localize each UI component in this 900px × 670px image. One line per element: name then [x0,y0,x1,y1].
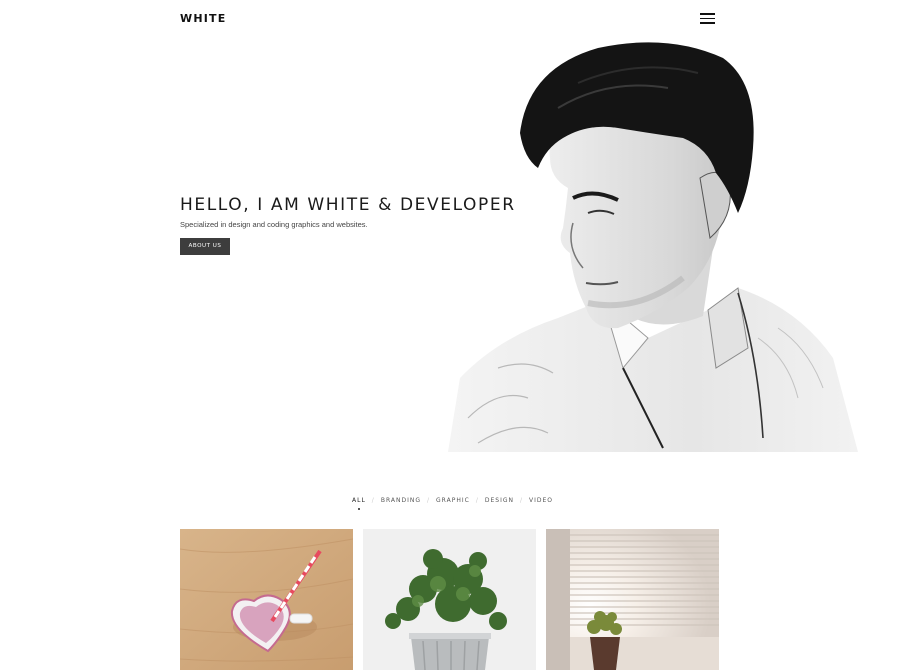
filter-all[interactable]: ALL [352,497,366,510]
filter-separator: / [475,497,479,504]
filter-branding[interactable]: BRANDING [381,497,421,504]
potted-plant-image [363,529,536,670]
site-header: WHITE [0,0,900,38]
filter-graphic[interactable]: GRAPHIC [436,497,470,504]
gallery-item-window-plant[interactable] [546,529,719,670]
hero-portrait-image [448,42,858,452]
hero-subtitle: Specialized in design and coding graphic… [180,220,368,229]
window-plant-image [546,529,719,670]
hamburger-menu-icon[interactable] [700,13,716,25]
menu-line [700,17,715,19]
hero-section: HELLO, I AM WHITE & DEVELOPER Specialize… [0,38,900,452]
about-us-button[interactable]: ABOUT US [180,238,230,255]
gallery-item-heart-mug[interactable] [180,529,353,670]
portfolio-gallery [180,529,720,670]
filter-separator: / [427,497,431,504]
filter-separator: / [371,497,375,504]
menu-line [700,22,715,24]
filter-design[interactable]: DESIGN [485,497,514,504]
heart-mug-image [180,529,353,670]
menu-line [700,13,715,15]
filter-list: ALL / BRANDING / GRAPHIC / DESIGN / VIDE… [352,497,553,510]
gallery-item-potted-plant[interactable] [363,529,536,670]
filter-video[interactable]: VIDEO [529,497,553,504]
filter-separator: / [519,497,524,504]
portfolio-filters: ALL / BRANDING / GRAPHIC / DESIGN / VIDE… [0,497,900,511]
site-logo[interactable]: WHITE [180,12,226,25]
